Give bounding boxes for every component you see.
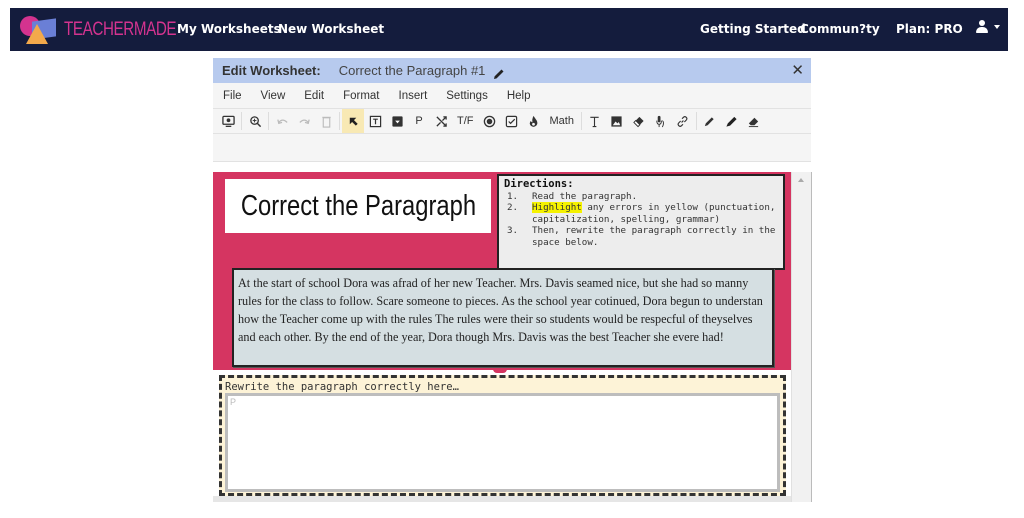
canvas-border bbox=[811, 172, 812, 502]
menu-view[interactable]: View bbox=[261, 90, 286, 102]
radio-icon bbox=[483, 115, 496, 127]
menu-bar: File View Edit Format Insert Settings He… bbox=[213, 83, 811, 109]
link-tool-button[interactable] bbox=[672, 109, 694, 133]
toolbar: P T/F Math bbox=[213, 109, 811, 134]
nav-new-worksheet[interactable]: New Worksheet bbox=[278, 22, 384, 36]
redo-button[interactable] bbox=[293, 109, 315, 133]
marker-tool-button[interactable] bbox=[721, 109, 743, 133]
toolbar-divider bbox=[580, 112, 582, 130]
highlighter-eraser-icon bbox=[749, 117, 759, 127]
zoom-icon bbox=[249, 115, 261, 127]
image-tool-button[interactable] bbox=[606, 109, 628, 133]
toolbar-divider bbox=[268, 112, 269, 130]
undo-button[interactable] bbox=[271, 109, 293, 133]
canvas-bottom-edge bbox=[213, 496, 791, 502]
pen-tool-button[interactable] bbox=[699, 109, 721, 133]
toolbar-divider bbox=[695, 112, 697, 130]
directions-box[interactable]: Directions: 1. Read the paragraph. 2. Hi… bbox=[497, 174, 785, 270]
rewrite-section: Rewrite the paragraph correctly here… P bbox=[219, 375, 786, 496]
vertical-scrollbar[interactable] bbox=[791, 172, 811, 502]
nav-my-worksheets[interactable]: My Worksheets bbox=[177, 22, 281, 36]
rewrite-label: Rewrite the paragraph correctly here… bbox=[225, 381, 459, 393]
text-box-tool-button[interactable] bbox=[364, 109, 386, 133]
select-pointer-icon bbox=[349, 117, 358, 126]
zoom-button[interactable] bbox=[244, 109, 266, 133]
top-navbar: TEACHERMADE My Worksheets New Worksheet … bbox=[10, 8, 1008, 51]
editor-header: Edit Worksheet: Correct the Paragraph #1… bbox=[213, 58, 811, 83]
answer-text-area[interactable]: P bbox=[225, 393, 780, 492]
nav-community[interactable]: Commun?ty bbox=[800, 22, 880, 36]
direction-step: 3. Then, rewrite the paragraph correctly… bbox=[507, 225, 776, 248]
caret-down-icon bbox=[994, 25, 1000, 29]
paragraph-tool-button[interactable]: P bbox=[408, 109, 430, 133]
checkbox-icon bbox=[505, 115, 518, 127]
close-icon[interactable]: ✕ bbox=[791, 62, 804, 78]
dropdown-tool-button[interactable] bbox=[386, 109, 408, 133]
matching-tool-button[interactable] bbox=[430, 109, 452, 133]
decorative-notch bbox=[493, 368, 507, 373]
audio-tool-button[interactable] bbox=[650, 109, 672, 133]
scroll-up-arrow-icon[interactable] bbox=[798, 178, 804, 182]
worksheet-heading: Correct the Paragraph bbox=[240, 189, 476, 222]
text-tool-button[interactable] bbox=[584, 109, 606, 133]
preview-button[interactable] bbox=[217, 109, 239, 133]
worksheet-page: Correct the Paragraph Directions: 1. Rea… bbox=[213, 172, 791, 502]
menu-settings[interactable]: Settings bbox=[446, 90, 488, 102]
math-tool-button[interactable]: Math bbox=[545, 109, 579, 133]
eraser-tool-button[interactable] bbox=[628, 109, 650, 133]
worksheet-canvas: Correct the Paragraph Directions: 1. Rea… bbox=[213, 172, 812, 502]
multiple-choice-tool-button[interactable] bbox=[479, 109, 501, 133]
menu-edit[interactable]: Edit bbox=[304, 90, 324, 102]
direction-step: 1. Read the paragraph. bbox=[507, 190, 638, 202]
plan-indicator[interactable]: Plan: PRO bbox=[896, 22, 963, 36]
select-tool-button[interactable] bbox=[342, 109, 364, 133]
worksheet-title[interactable]: Correct the Paragraph #1 bbox=[339, 63, 486, 78]
redo-icon bbox=[298, 118, 310, 124]
direction-step: 2. Highlight any errors in yellow (punct… bbox=[507, 202, 776, 225]
text-icon bbox=[590, 116, 600, 127]
menu-format[interactable]: Format bbox=[343, 90, 379, 102]
true-false-tool-button[interactable]: T/F bbox=[452, 109, 479, 133]
fire-icon bbox=[529, 115, 538, 127]
paragraph-text-box[interactable]: At the start of school Dora was afrad of… bbox=[232, 268, 774, 367]
undo-icon bbox=[276, 118, 288, 124]
edit-title-pencil-icon[interactable] bbox=[493, 65, 505, 79]
toolbar-divider bbox=[339, 112, 340, 130]
property-bar bbox=[213, 134, 811, 162]
pen-icon bbox=[705, 116, 715, 126]
highlight-word: Highlight bbox=[532, 202, 582, 213]
dropdown-icon bbox=[391, 115, 403, 127]
edit-worksheet-label: Edit Worksheet: bbox=[222, 63, 321, 78]
marker-icon bbox=[726, 116, 738, 127]
checkbox-tool-button[interactable] bbox=[501, 109, 523, 133]
hot-spot-tool-button[interactable] bbox=[523, 109, 545, 133]
text-box-icon bbox=[369, 115, 381, 127]
audio-icon bbox=[656, 115, 665, 127]
delete-button[interactable] bbox=[315, 109, 337, 133]
toolbar-divider bbox=[241, 112, 242, 130]
preview-icon bbox=[221, 115, 235, 127]
nav-getting-started[interactable]: Getting Started bbox=[700, 22, 806, 36]
drawing-eraser-tool-button[interactable] bbox=[743, 109, 765, 133]
user-menu-button[interactable] bbox=[975, 20, 1000, 34]
directions-heading: Directions: bbox=[504, 178, 574, 190]
brand-name: TEACHERMADE bbox=[64, 18, 177, 40]
image-icon bbox=[611, 115, 623, 127]
link-icon bbox=[678, 115, 688, 127]
menu-insert[interactable]: Insert bbox=[399, 90, 428, 102]
eraser-icon bbox=[633, 116, 645, 127]
delete-icon bbox=[321, 116, 331, 128]
shuffle-icon bbox=[435, 115, 447, 127]
worksheet-heading-box[interactable]: Correct the Paragraph bbox=[225, 179, 491, 233]
menu-help[interactable]: Help bbox=[507, 90, 531, 102]
user-icon bbox=[975, 20, 989, 34]
menu-file[interactable]: File bbox=[223, 90, 242, 102]
logo-shapes-icon bbox=[20, 14, 60, 46]
worksheet-editor: Edit Worksheet: Correct the Paragraph #1… bbox=[213, 58, 812, 502]
